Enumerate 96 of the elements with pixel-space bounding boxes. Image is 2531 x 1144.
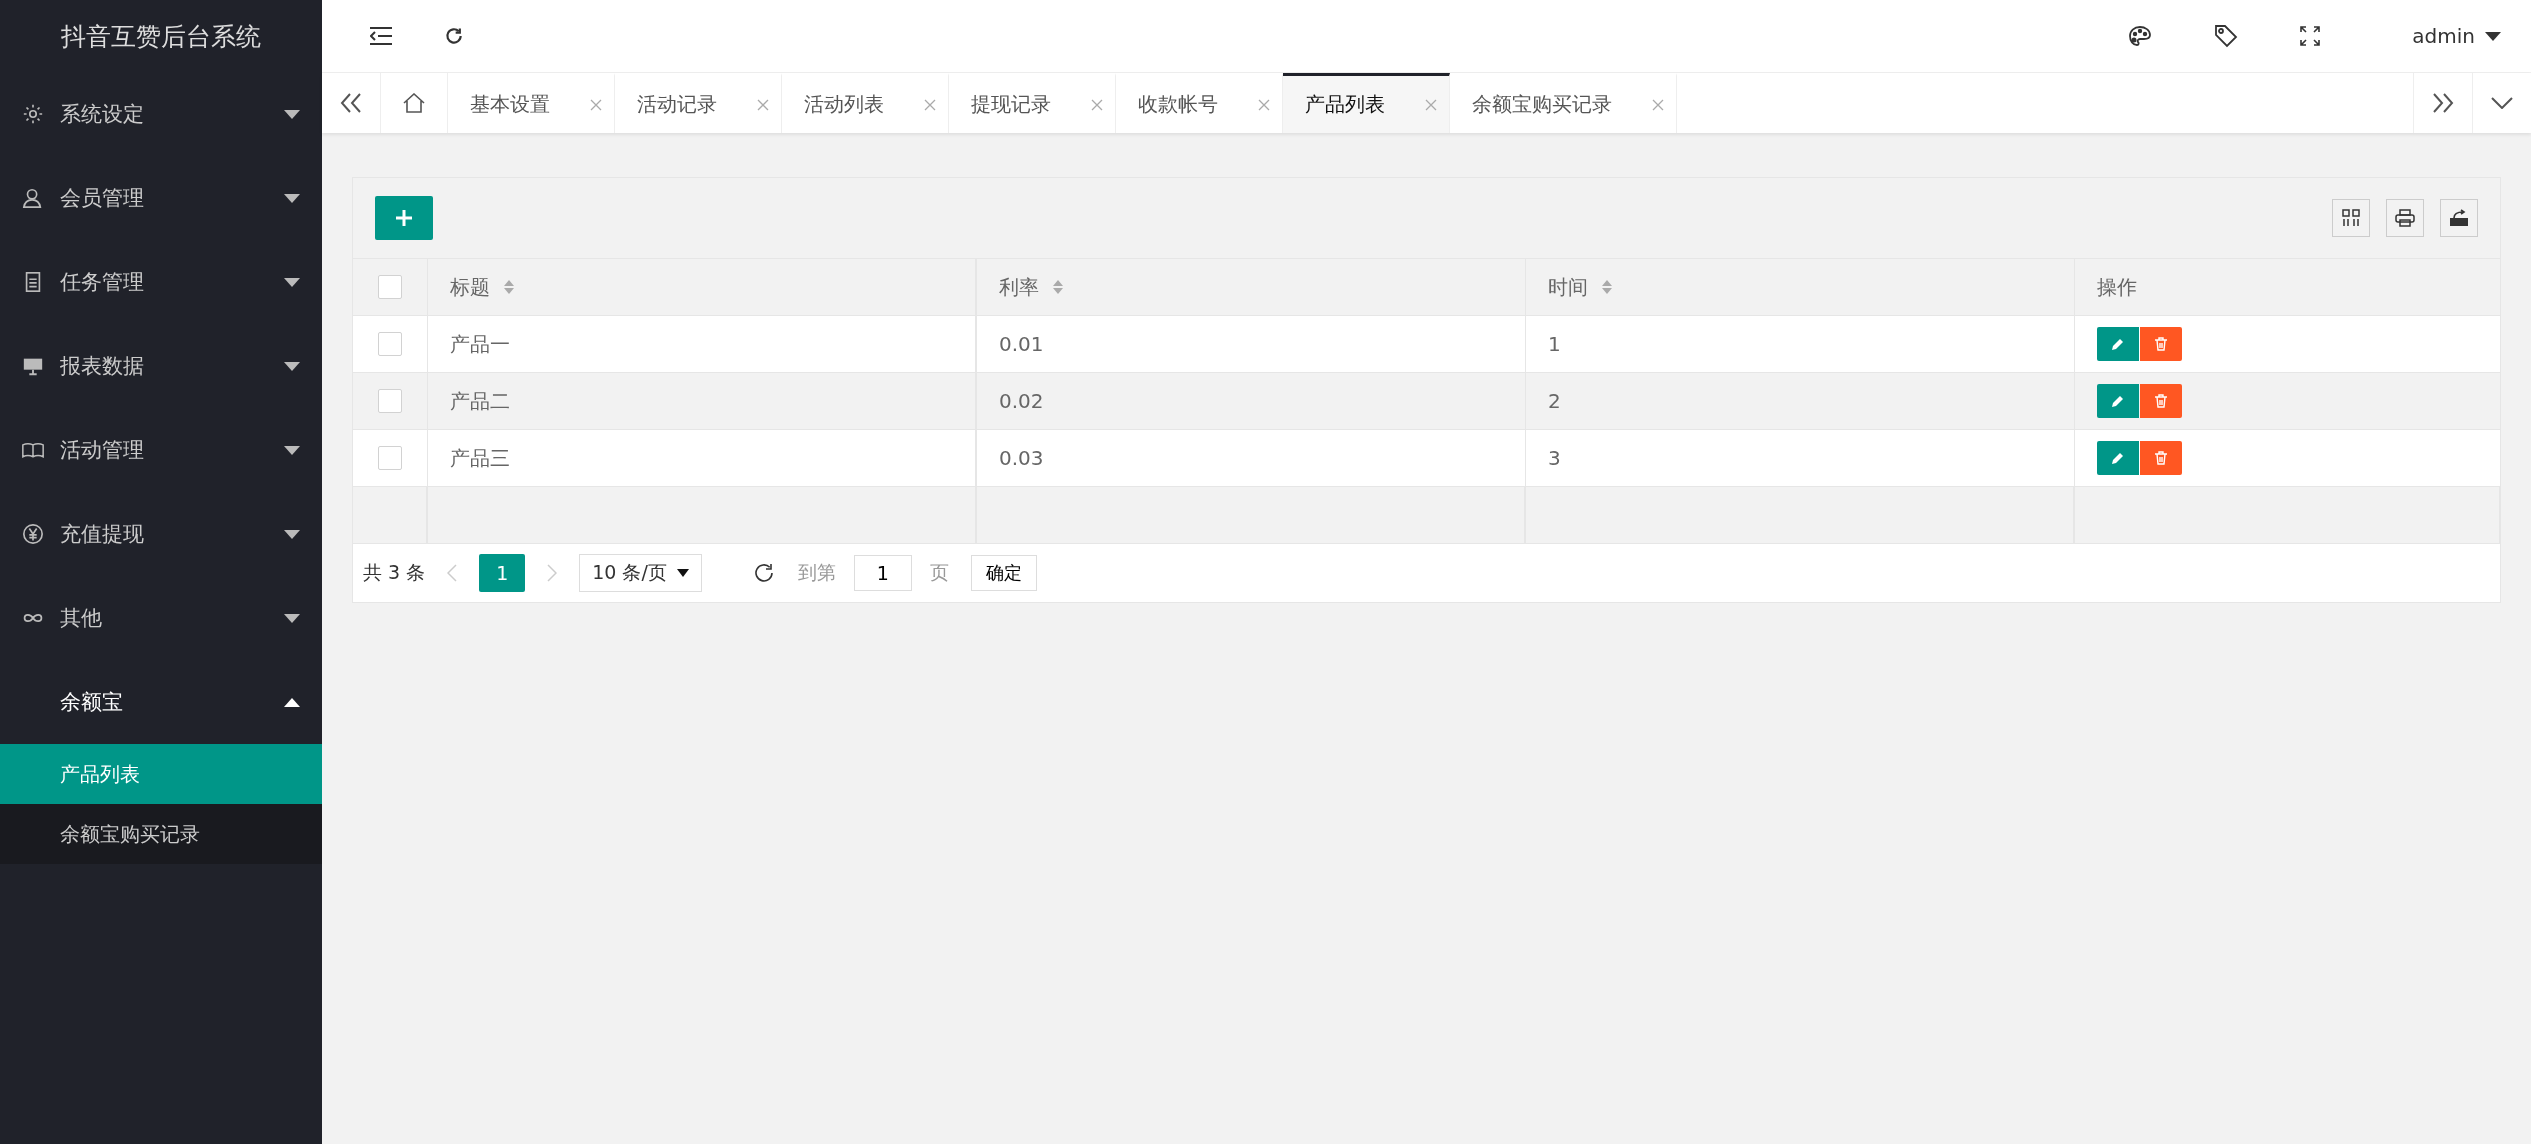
yen-icon bbox=[22, 523, 44, 545]
total-count: 共 3 条 bbox=[363, 560, 426, 585]
caret-icon bbox=[2485, 31, 2501, 41]
user-icon bbox=[22, 187, 44, 209]
caret-icon bbox=[676, 569, 689, 577]
table-cell: 0.03 bbox=[999, 446, 1044, 470]
page-tab[interactable]: 活动列表 bbox=[782, 73, 949, 133]
sort-icon[interactable] bbox=[1602, 280, 1612, 294]
page-tab[interactable]: 产品列表 bbox=[1283, 73, 1450, 133]
column-header: 操作 bbox=[2097, 273, 2137, 301]
caret-icon bbox=[284, 613, 300, 623]
sort-icon[interactable] bbox=[504, 280, 514, 294]
tag-icon[interactable] bbox=[2214, 24, 2239, 48]
pencil-icon bbox=[2111, 451, 2125, 465]
edit-button[interactable] bbox=[2097, 384, 2139, 418]
confirm-button[interactable]: 确定 bbox=[970, 555, 1037, 591]
caret-icon bbox=[284, 529, 300, 539]
close-icon[interactable] bbox=[1652, 98, 1664, 111]
menu-collapse-icon[interactable] bbox=[370, 27, 392, 45]
pencil-icon bbox=[2111, 337, 2125, 351]
close-icon[interactable] bbox=[1258, 98, 1270, 111]
table-cell: 0.01 bbox=[999, 332, 1044, 356]
trash-icon bbox=[2154, 394, 2168, 408]
delete-button[interactable] bbox=[2140, 327, 2182, 361]
menu-item[interactable]: 余额宝 bbox=[0, 660, 322, 744]
row-checkbox[interactable] bbox=[378, 446, 402, 470]
page-number[interactable]: 1 bbox=[479, 554, 526, 592]
select-all-checkbox[interactable] bbox=[378, 275, 402, 299]
delete-button[interactable] bbox=[2140, 384, 2182, 418]
close-icon[interactable] bbox=[1425, 98, 1437, 111]
caret-icon bbox=[284, 193, 300, 203]
palette-icon[interactable] bbox=[2128, 25, 2153, 47]
trash-icon bbox=[2154, 451, 2168, 465]
column-header: 时间 bbox=[1548, 273, 1588, 301]
delete-button[interactable] bbox=[2140, 441, 2182, 475]
user-menu[interactable]: admin bbox=[2412, 24, 2501, 48]
columns-button[interactable] bbox=[2332, 199, 2370, 237]
next-page-icon[interactable] bbox=[547, 564, 558, 582]
caret-icon bbox=[284, 361, 300, 371]
refresh-icon[interactable] bbox=[444, 26, 464, 46]
page-tab[interactable]: 提现记录 bbox=[949, 73, 1116, 133]
submenu-item[interactable]: 余额宝购买记录 bbox=[0, 804, 322, 864]
submenu-item[interactable]: 产品列表 bbox=[0, 744, 322, 804]
table-cell: 产品三 bbox=[450, 444, 510, 472]
page-size-select[interactable]: 10 条/页 bbox=[579, 554, 702, 592]
caret-icon bbox=[284, 697, 300, 707]
table-cell: 2 bbox=[1548, 389, 1561, 413]
caret-icon bbox=[284, 109, 300, 119]
edit-button[interactable] bbox=[2097, 327, 2139, 361]
previous-page-icon[interactable] bbox=[447, 564, 458, 582]
caret-icon bbox=[284, 277, 300, 287]
page-tab[interactable]: 活动记录 bbox=[615, 73, 782, 133]
page-input[interactable]: 1 bbox=[853, 555, 912, 591]
row-checkbox[interactable] bbox=[378, 389, 402, 413]
printer-icon bbox=[2395, 209, 2415, 227]
table-cell: 3 bbox=[1548, 446, 1561, 470]
close-icon[interactable] bbox=[590, 98, 602, 111]
row-checkbox[interactable] bbox=[378, 332, 402, 356]
table-cell: 产品二 bbox=[450, 387, 510, 415]
column-header: 标题 bbox=[450, 273, 490, 301]
table-cell: 0.02 bbox=[999, 389, 1044, 413]
chevron-down-icon bbox=[2491, 97, 2513, 109]
goto-label: 到第 bbox=[797, 560, 836, 585]
menu-item[interactable]: 会员管理 bbox=[0, 156, 322, 240]
pencil-icon bbox=[2111, 394, 2125, 408]
fullscreen-icon[interactable] bbox=[2300, 26, 2321, 46]
close-icon[interactable] bbox=[1091, 98, 1103, 111]
menu-item[interactable]: 报表数据 bbox=[0, 324, 322, 408]
close-icon[interactable] bbox=[757, 98, 769, 111]
close-icon[interactable] bbox=[924, 98, 936, 111]
page-tab[interactable]: 余额宝购买记录 bbox=[1450, 73, 1677, 133]
page-tab[interactable]: 基本设置 bbox=[448, 73, 615, 133]
columns-icon bbox=[2342, 209, 2360, 227]
menu-item[interactable]: 任务管理 bbox=[0, 240, 322, 324]
add-button[interactable] bbox=[375, 196, 433, 240]
sort-icon[interactable] bbox=[1053, 280, 1063, 294]
menu-item[interactable]: 充值提现 bbox=[0, 492, 322, 576]
table-cell: 1 bbox=[1548, 332, 1561, 356]
caret-icon bbox=[284, 445, 300, 455]
plus-icon bbox=[395, 209, 413, 227]
app-title: 抖音互赞后台系统 bbox=[60, 20, 262, 53]
home-icon bbox=[403, 93, 425, 113]
edit-button[interactable] bbox=[2097, 441, 2139, 475]
menu-item[interactable]: 其他 bbox=[0, 576, 322, 660]
double-chevron-left-icon bbox=[340, 93, 362, 113]
page-unit-label: 页 bbox=[929, 560, 949, 585]
column-header: 利率 bbox=[999, 273, 1039, 301]
menu-item[interactable]: 活动管理 bbox=[0, 408, 322, 492]
print-button[interactable] bbox=[2386, 199, 2424, 237]
trash-icon bbox=[2154, 337, 2168, 351]
export-button[interactable] bbox=[2440, 199, 2478, 237]
menu-item[interactable]: 系统设定 bbox=[0, 72, 322, 156]
table-cell: 产品一 bbox=[450, 330, 510, 358]
gear-icon bbox=[22, 103, 44, 125]
double-chevron-right-icon bbox=[2432, 93, 2454, 113]
export-icon bbox=[2449, 209, 2469, 227]
